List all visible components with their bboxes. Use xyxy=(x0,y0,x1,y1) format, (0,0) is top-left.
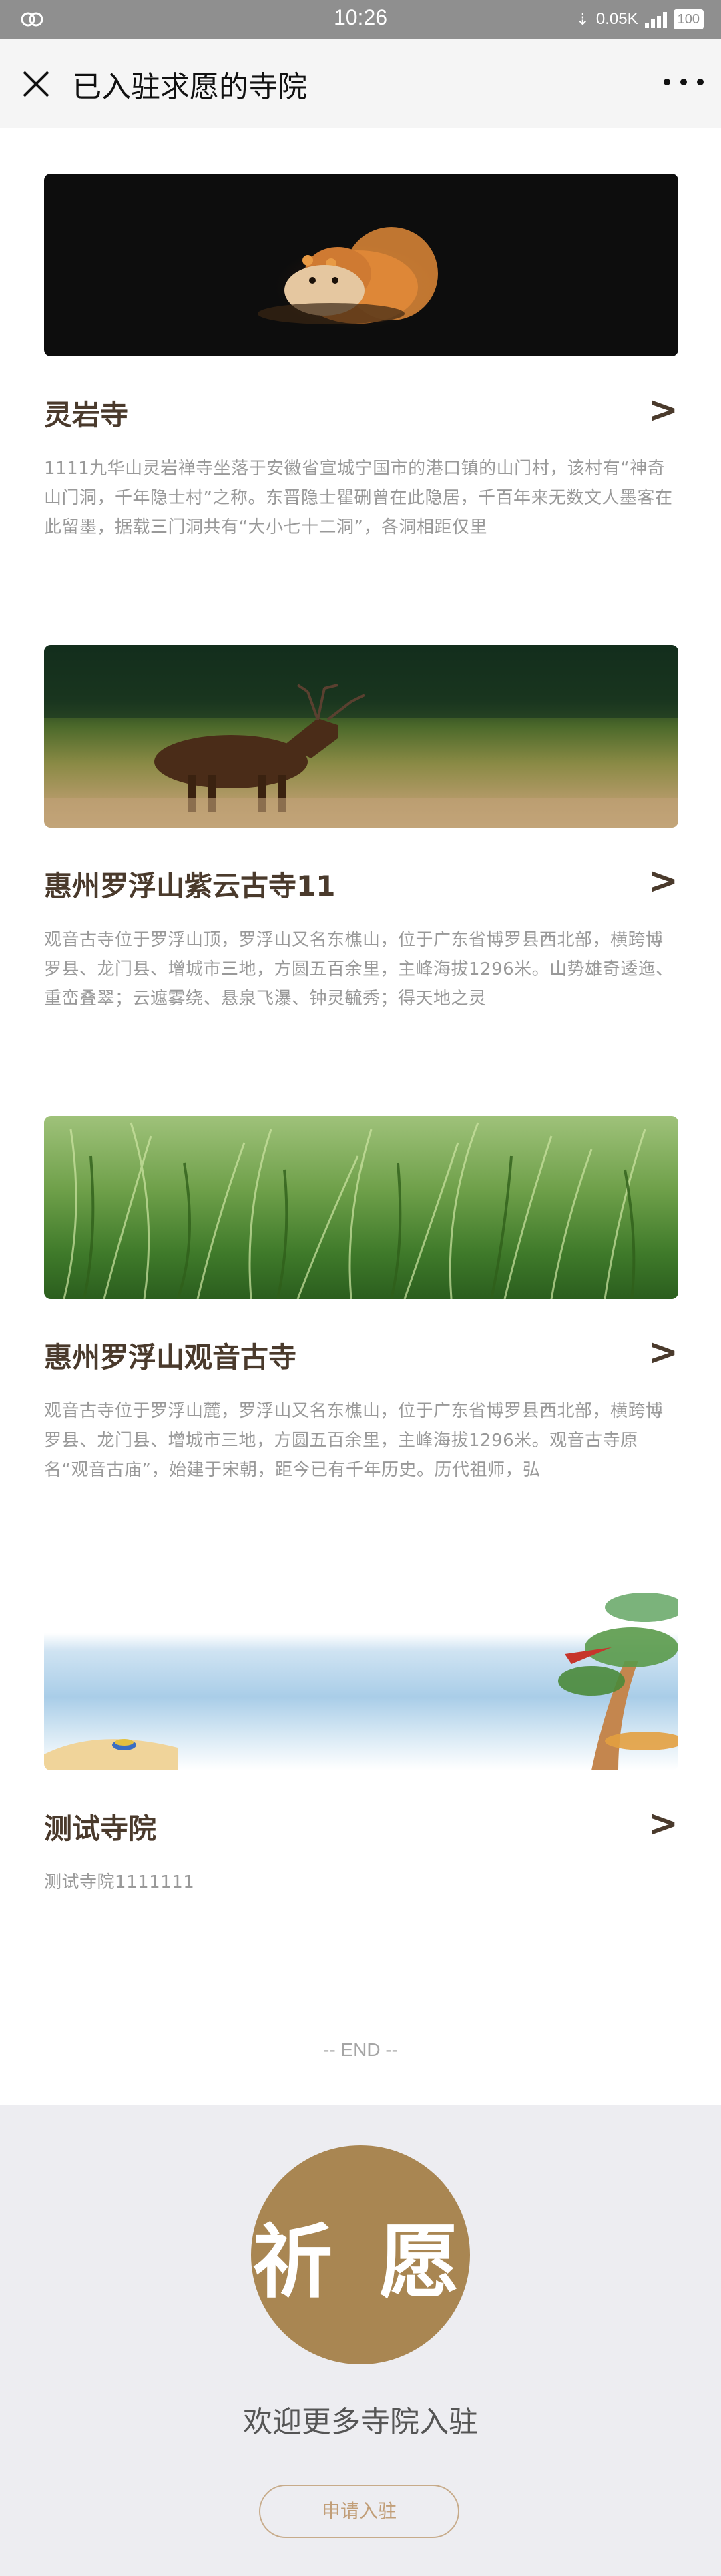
close-icon[interactable] xyxy=(19,67,53,101)
temple-description: 1111九华山灵岩禅寺坐落于安徽省宣城宁国市的港口镇的山门村，该村有“神奇山门洞… xyxy=(44,459,673,537)
end-marker: -- END -- xyxy=(323,2039,398,2060)
temple-name: 测试寺院 xyxy=(44,1812,157,1845)
chevron-right-icon[interactable]: > xyxy=(648,1331,678,1373)
temple-card[interactable]: 灵岩寺 > 1111九华山灵岩禅寺坐落于安徽省宣城宁国市的港口镇的山门村，该村有… xyxy=(44,174,678,542)
welcome-text: 欢迎更多寺院入驻 xyxy=(243,2405,478,2439)
nav-bar: 已入驻求愿的寺院 xyxy=(0,39,721,128)
signal-icon xyxy=(644,11,667,28)
status-bar: 10:26 ⇣ 0.05K 100 xyxy=(0,0,721,39)
pray-badge: 祈 愿 xyxy=(251,2145,470,2364)
temple-name: 惠州罗浮山紫云古寺11 xyxy=(44,870,336,903)
temple-name: 惠州罗浮山观音古寺 xyxy=(44,1341,297,1374)
apply-button[interactable]: 申请入驻 xyxy=(259,2485,459,2538)
footer: 祈 愿 欢迎更多寺院入驻 申请入驻 xyxy=(0,2105,721,2576)
temple-card[interactable]: 惠州罗浮山观音古寺 > 观音古寺位于罗浮山麓，罗浮山又名东樵山，位于广东省博罗县… xyxy=(44,1116,678,1485)
temple-description: 观音古寺位于罗浮山顶，罗浮山又名东樵山，位于广东省博罗县西北部，横跨博罗县、龙门… xyxy=(44,930,674,1009)
battery-icon: 100 xyxy=(673,9,704,29)
chevron-right-icon[interactable]: > xyxy=(648,860,678,902)
pray-badge-text: 祈 愿 xyxy=(252,2215,469,2309)
temple-name: 灵岩寺 xyxy=(44,399,129,431)
watercolor-beach-painting xyxy=(44,1587,678,1770)
download-speed-icon: ⇣ xyxy=(575,10,589,29)
more-icon[interactable] xyxy=(664,72,704,92)
chevron-right-icon[interactable]: > xyxy=(648,389,678,431)
page-title: 已入驻求愿的寺院 xyxy=(72,70,307,104)
status-indicators: ⇣ 0.05K 100 xyxy=(576,8,704,31)
temple-description: 观音古寺位于罗浮山麓，罗浮山又名东樵山，位于广东省博罗县西北部，横跨博罗县、龙门… xyxy=(44,1401,664,1480)
deer-photo xyxy=(44,645,678,828)
chevron-right-icon[interactable]: > xyxy=(648,1802,678,1844)
squirrel-photo xyxy=(44,174,678,356)
temple-card[interactable]: 测试寺院 > 测试寺院1111111 xyxy=(44,1587,678,1897)
grass-photo xyxy=(44,1116,678,1299)
temple-card[interactable]: 惠州罗浮山紫云古寺11 > 观音古寺位于罗浮山顶，罗浮山又名东樵山，位于广东省博… xyxy=(44,645,678,1013)
temple-description: 测试寺院1111111 xyxy=(44,1872,195,1892)
network-speed: 0.05K xyxy=(595,10,638,28)
